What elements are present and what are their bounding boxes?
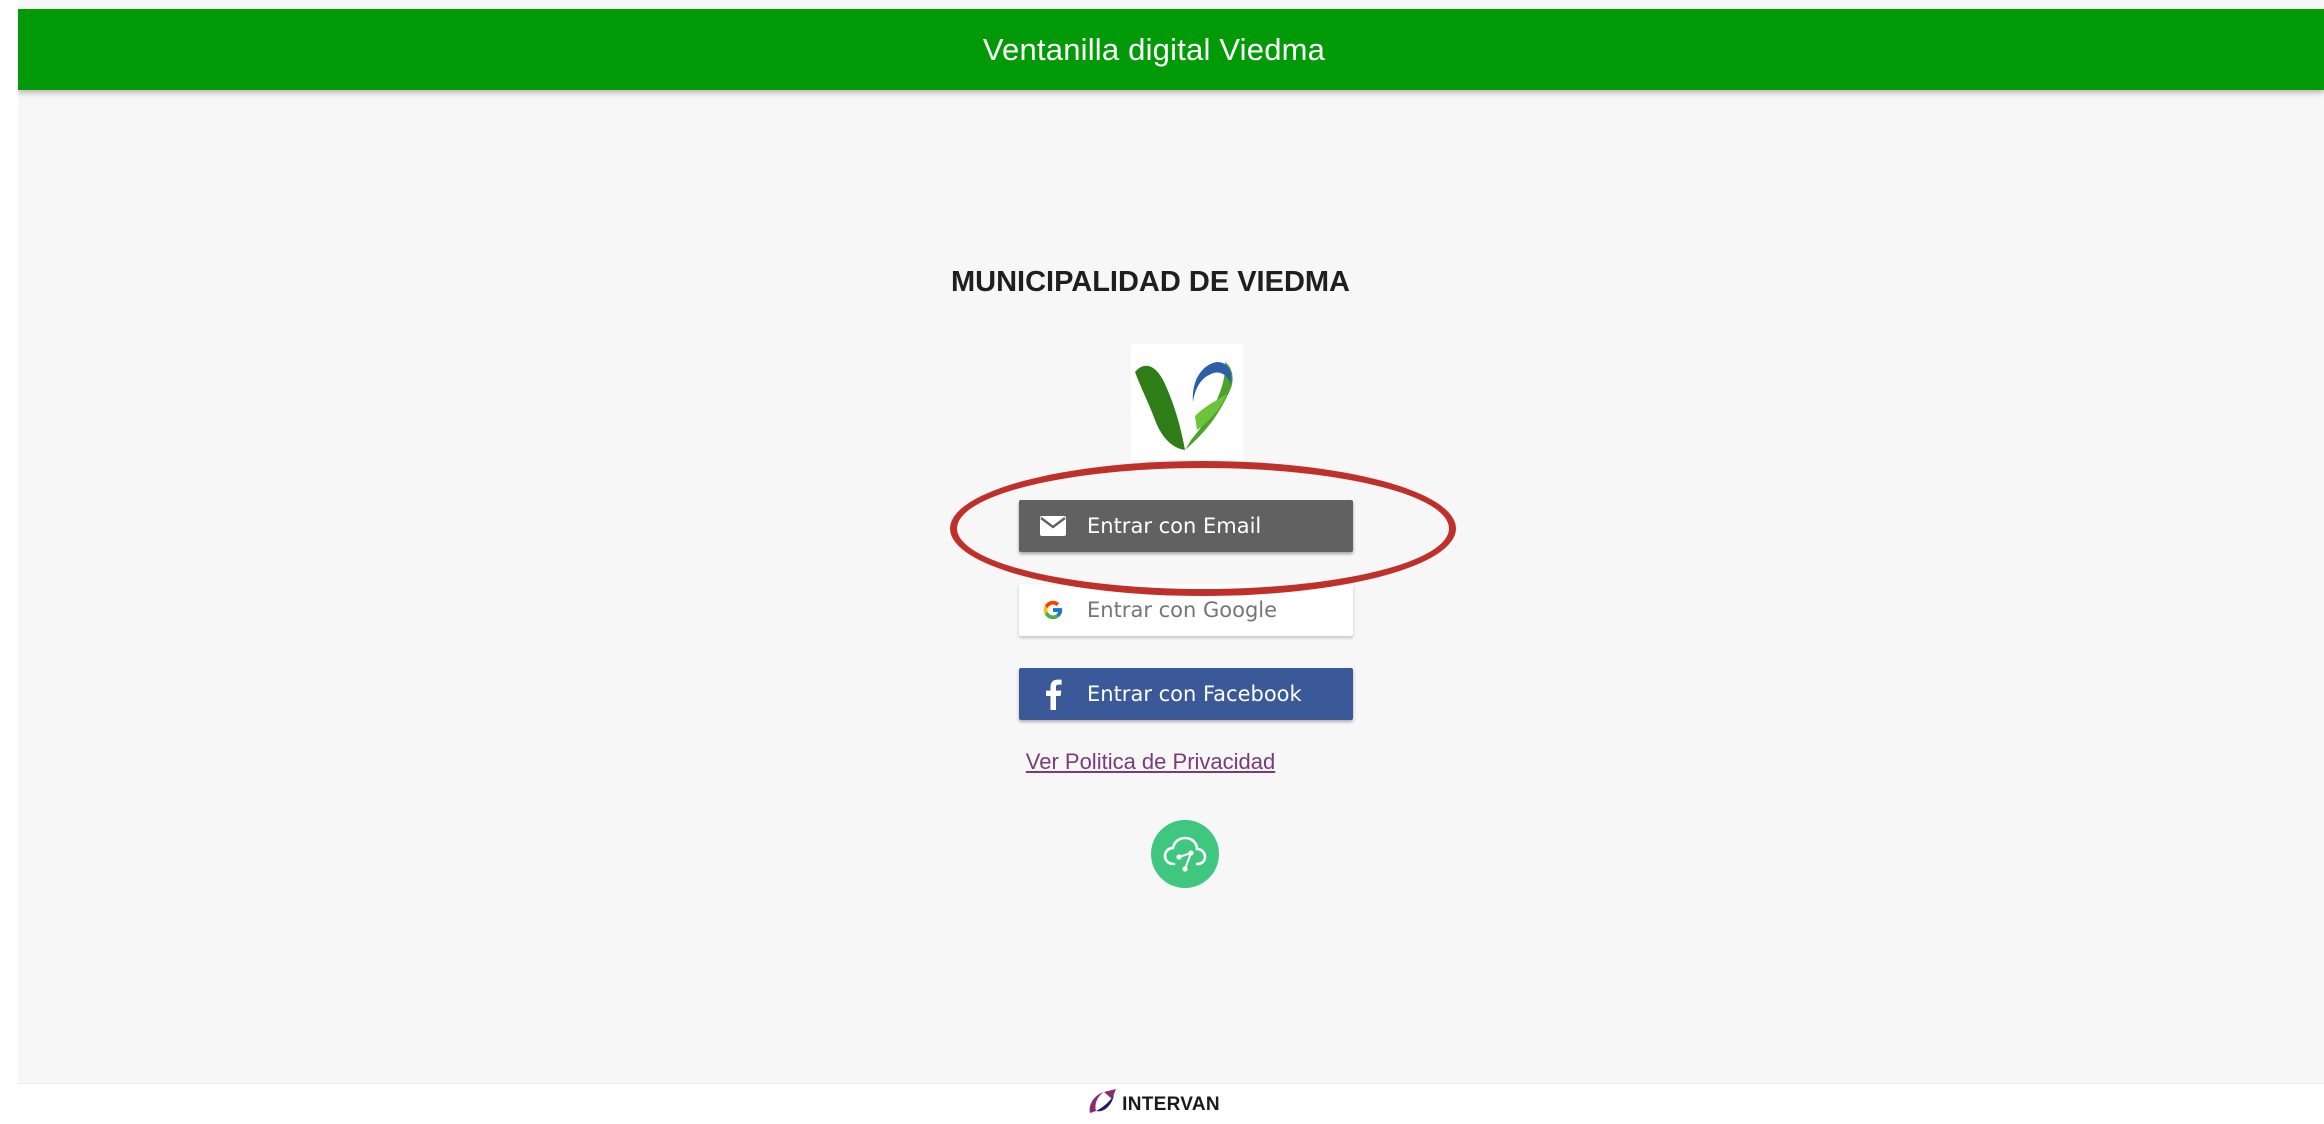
facebook-login-button[interactable]: Entrar con Facebook	[1019, 668, 1353, 720]
email-login-button[interactable]: Entrar con Email	[1019, 500, 1353, 552]
organization-title: MUNICIPALIDAD DE VIEDMA	[950, 266, 1351, 298]
cloud-icon[interactable]	[1151, 820, 1219, 888]
intervan-brand[interactable]: INTERVAN	[1086, 1087, 1220, 1122]
google-login-label: Entrar con Google	[1087, 598, 1278, 622]
footer: INTERVAN	[18, 1083, 2324, 1124]
intervan-logo-icon	[1086, 1087, 1118, 1122]
google-icon	[1039, 596, 1067, 624]
app-title: Ventanilla digital Viedma	[982, 31, 1326, 67]
facebook-icon	[1039, 679, 1067, 710]
google-login-button[interactable]: Entrar con Google	[1019, 584, 1353, 636]
mail-icon	[1039, 512, 1067, 540]
viedma-logo-icon	[1131, 344, 1243, 460]
top-app-bar: Ventanilla digital Viedma	[18, 9, 2324, 90]
privacy-policy-link[interactable]: Ver Politica de Privacidad	[18, 749, 2317, 775]
intervan-label: INTERVAN	[1122, 1093, 1220, 1115]
facebook-login-label: Entrar con Facebook	[1087, 682, 1302, 706]
email-login-label: Entrar con Email	[1087, 514, 1262, 538]
app-page: Ventanilla digital Viedma MUNICIPALIDAD …	[18, 0, 2324, 1124]
